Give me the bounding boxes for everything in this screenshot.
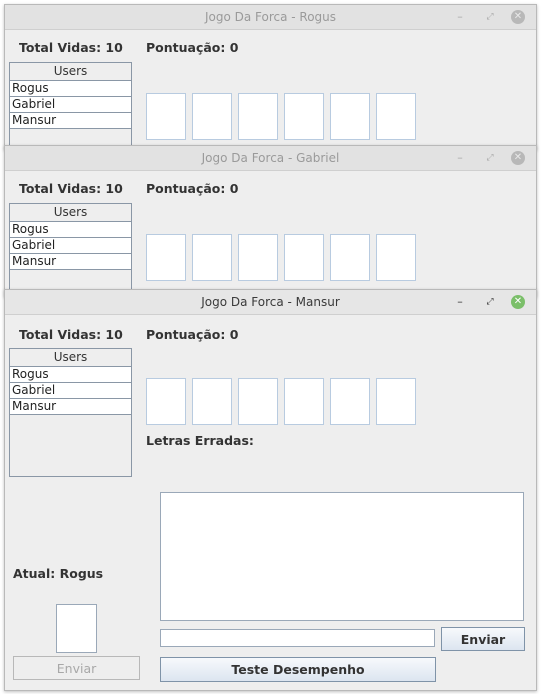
letras-erradas-label: Letras Erradas: bbox=[146, 433, 254, 448]
users-header: Users bbox=[10, 63, 131, 81]
total-vidas-label: Total Vidas: 10 bbox=[19, 327, 123, 342]
minimize-icon[interactable]: – bbox=[453, 151, 467, 165]
list-item-mansur[interactable]: Mansur bbox=[10, 399, 131, 415]
close-icon[interactable]: ✕ bbox=[511, 151, 525, 165]
letter-box bbox=[192, 234, 232, 281]
list-item-mansur[interactable]: Mansur bbox=[10, 254, 131, 270]
list-item-rogus[interactable]: Rogus bbox=[10, 367, 131, 383]
close-icon[interactable]: ✕ bbox=[511, 10, 525, 24]
window-mansur: Jogo Da Forca - Mansur – ⤢ ✕ Total Vidas… bbox=[4, 289, 537, 691]
list-item-rogus[interactable]: Rogus bbox=[10, 222, 131, 238]
maximize-icon[interactable]: ⤢ bbox=[483, 295, 497, 309]
letter-box bbox=[376, 93, 416, 140]
letter-box bbox=[284, 234, 324, 281]
users-header: Users bbox=[10, 204, 131, 222]
pontuacao-label: Pontuação: 0 bbox=[146, 40, 239, 55]
list-item-mansur[interactable]: Mansur bbox=[10, 113, 131, 129]
list-item-rogus[interactable]: Rogus bbox=[10, 81, 131, 97]
enviar-chat-button[interactable]: Enviar bbox=[441, 627, 525, 651]
letter-box bbox=[238, 378, 278, 425]
chat-input[interactable] bbox=[160, 629, 435, 647]
list-item-gabriel[interactable]: Gabriel bbox=[10, 238, 131, 254]
titlebar[interactable]: Jogo Da Forca - Mansur – ⤢ ✕ bbox=[5, 290, 536, 315]
maximize-icon[interactable]: ⤢ bbox=[483, 10, 497, 24]
users-list[interactable]: Users Rogus Gabriel Mansur bbox=[9, 203, 132, 296]
window-rogus: Jogo Da Forca - Rogus – ⤢ ✕ Total Vidas:… bbox=[4, 4, 537, 150]
letter-box bbox=[238, 93, 278, 140]
letter-box bbox=[330, 378, 370, 425]
list-item-gabriel[interactable]: Gabriel bbox=[10, 97, 131, 113]
letter-box bbox=[284, 378, 324, 425]
users-header: Users bbox=[10, 349, 131, 367]
letter-box bbox=[146, 93, 186, 140]
maximize-icon[interactable]: ⤢ bbox=[483, 151, 497, 165]
letter-box bbox=[376, 234, 416, 281]
letter-box bbox=[330, 234, 370, 281]
letter-box bbox=[192, 93, 232, 140]
window-gabriel: Jogo Da Forca - Gabriel – ⤢ ✕ Total Vida… bbox=[4, 145, 537, 297]
chat-area[interactable] bbox=[160, 492, 524, 621]
letter-box bbox=[146, 378, 186, 425]
enviar-letra-button[interactable]: Enviar bbox=[13, 656, 140, 680]
titlebar[interactable]: Jogo Da Forca - Gabriel – ⤢ ✕ bbox=[5, 146, 536, 171]
letter-input[interactable] bbox=[56, 604, 97, 653]
minimize-icon[interactable]: – bbox=[453, 10, 467, 24]
letter-box bbox=[146, 234, 186, 281]
minimize-icon[interactable]: – bbox=[453, 295, 467, 309]
users-list[interactable]: Users Rogus Gabriel Mansur bbox=[9, 62, 132, 149]
pontuacao-label: Pontuação: 0 bbox=[146, 327, 239, 342]
titlebar[interactable]: Jogo Da Forca - Rogus – ⤢ ✕ bbox=[5, 5, 536, 30]
atual-label: Atual: Rogus bbox=[13, 566, 104, 581]
teste-desempenho-button[interactable]: Teste Desempenho bbox=[160, 657, 436, 682]
letter-box bbox=[376, 378, 416, 425]
letter-box bbox=[238, 234, 278, 281]
users-list[interactable]: Users Rogus Gabriel Mansur bbox=[9, 348, 132, 477]
total-vidas-label: Total Vidas: 10 bbox=[19, 181, 123, 196]
letter-box bbox=[284, 93, 324, 140]
close-icon[interactable]: ✕ bbox=[511, 295, 525, 309]
total-vidas-label: Total Vidas: 10 bbox=[19, 40, 123, 55]
list-item-gabriel[interactable]: Gabriel bbox=[10, 383, 131, 399]
pontuacao-label: Pontuação: 0 bbox=[146, 181, 239, 196]
letter-box bbox=[192, 378, 232, 425]
letter-box bbox=[330, 93, 370, 140]
